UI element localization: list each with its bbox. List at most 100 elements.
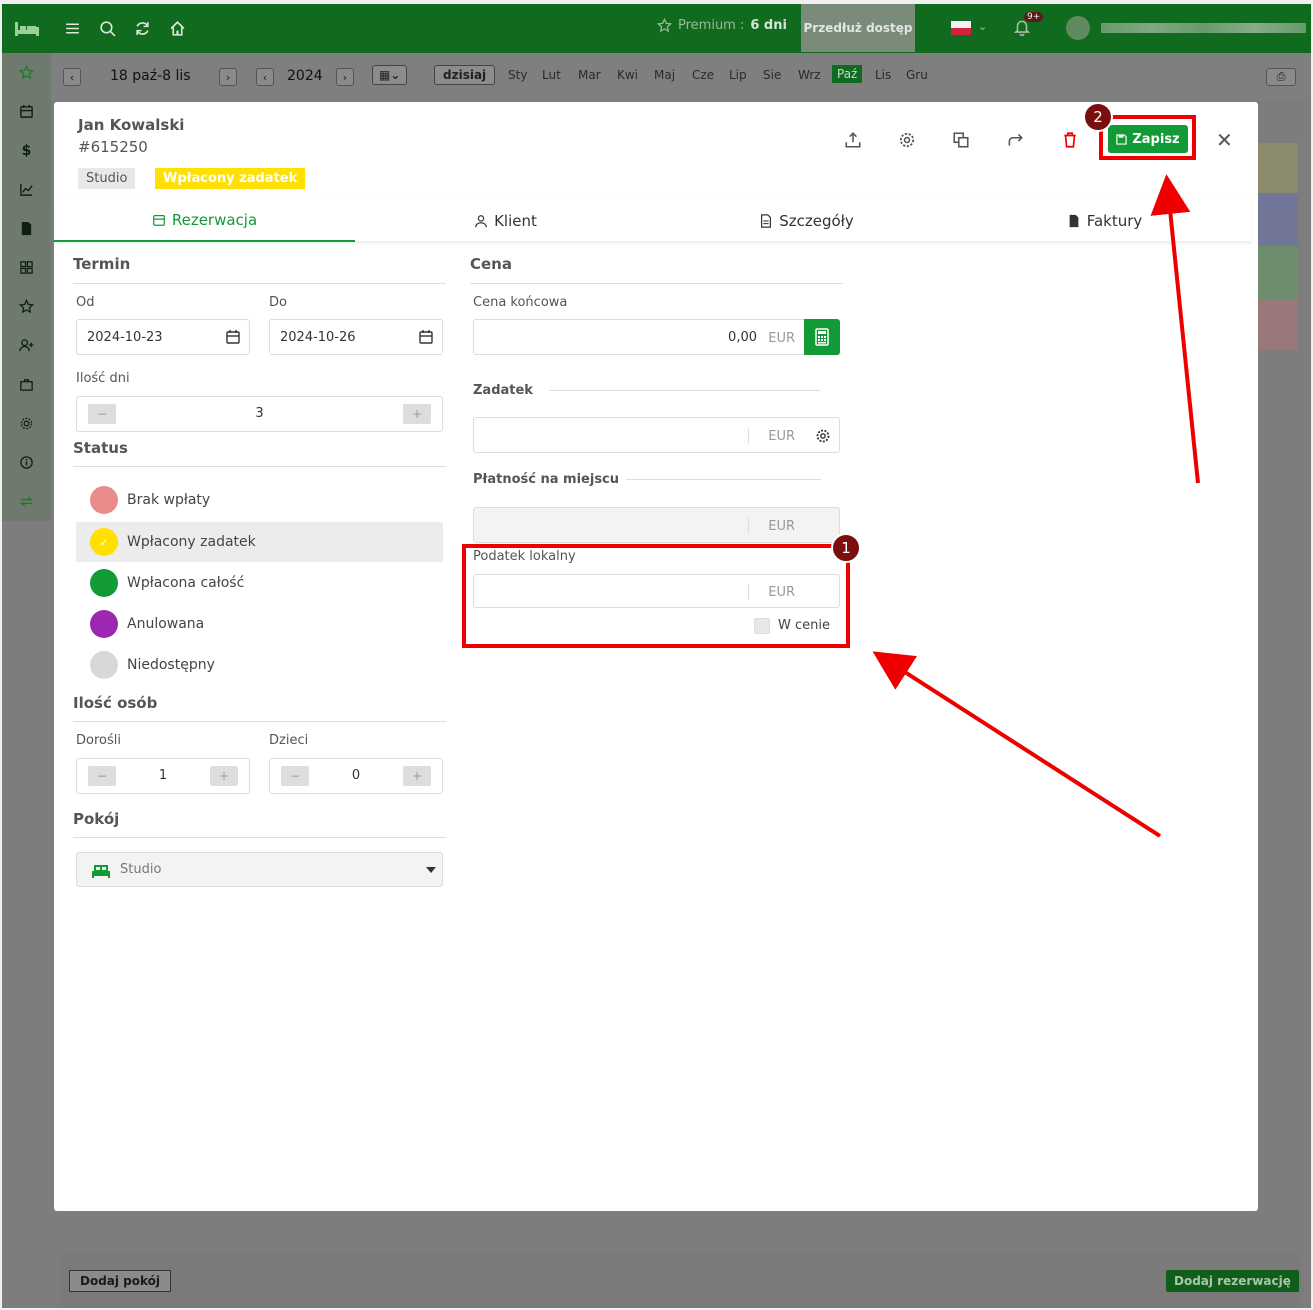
forward-arrow-icon[interactable] [1005, 130, 1025, 150]
term-section-title: Termin [73, 255, 131, 273]
copy-icon[interactable] [951, 130, 971, 150]
final-price-label: Cena końcowa [473, 295, 568, 310]
separator [748, 428, 749, 444]
language-flag-icon[interactable] [951, 21, 971, 35]
notification-badge: 9+ [1024, 12, 1044, 22]
month-5[interactable]: Maj [654, 68, 675, 82]
menu-icon[interactable] [55, 20, 90, 37]
to-date-value: 2024-10-26 [280, 329, 356, 345]
prev-year-button[interactable]: ‹ [256, 68, 274, 86]
room-select-value: Studio [120, 862, 162, 877]
adults-plus-button[interactable]: + [210, 766, 238, 786]
sidebar-item-rooms[interactable] [2, 248, 51, 287]
month-7[interactable]: Lip [729, 68, 747, 82]
add-reservation-button[interactable]: Dodaj rezerwację [1166, 1270, 1299, 1292]
status-option[interactable]: Anulowana [76, 604, 443, 644]
room-section-title: Pokój [73, 810, 120, 828]
sidebar-item-documents[interactable] [2, 209, 51, 248]
month-1[interactable]: Sty [508, 68, 527, 82]
calendar-icon: ▦⌄ [379, 68, 401, 82]
refresh-icon[interactable] [125, 20, 160, 37]
caret-down-icon [426, 867, 436, 873]
close-icon[interactable]: ✕ [1216, 128, 1233, 152]
final-price-input[interactable]: 0,00 EUR [473, 319, 840, 355]
month-10[interactable]: Paź [832, 65, 863, 83]
gear-icon[interactable] [815, 428, 831, 444]
sidebar-item-settings[interactable] [2, 404, 51, 443]
sidebar-item-reviews[interactable] [2, 287, 51, 326]
user-icon [475, 215, 487, 228]
status-option[interactable]: Niedostępny [76, 645, 443, 685]
tab-details-label: Szczegóły [779, 212, 854, 230]
month-9[interactable]: Wrz [798, 68, 821, 82]
sidebar-item-info[interactable] [2, 443, 51, 482]
app-logo[interactable] [2, 4, 51, 53]
tab-reservation[interactable]: Rezerwacja [54, 200, 355, 242]
modal-tabs: Rezerwacja Klient Szczegóły Faktury [54, 200, 1252, 242]
gear-icon[interactable] [897, 130, 917, 150]
next-range-button[interactable]: › [219, 68, 237, 86]
tab-client-label: Klient [494, 212, 537, 230]
prev-range-button[interactable]: ‹ [63, 68, 81, 86]
days-label: Ilość dni [76, 371, 130, 386]
avatar[interactable] [1066, 16, 1090, 40]
sidebar-item-favorites[interactable] [2, 53, 51, 92]
adults-label: Dorośli [76, 733, 121, 748]
days-value[interactable]: 3 [77, 406, 442, 421]
sidebar-nav: $ [2, 53, 51, 521]
export-icon[interactable] [843, 130, 863, 150]
trash-icon[interactable] [1060, 130, 1080, 150]
to-date-input[interactable]: 2024-10-26 [269, 319, 443, 355]
status-option-label: Wpłacony zadatek [127, 534, 256, 550]
today-button[interactable]: dzisiaj [434, 65, 496, 85]
month-11[interactable]: Lis [875, 68, 891, 82]
date-picker-button[interactable]: ▦⌄ [372, 65, 408, 85]
days-plus-button[interactable]: + [403, 404, 431, 424]
from-date-input[interactable]: 2024-10-23 [76, 319, 250, 355]
calendar-icon[interactable] [225, 329, 241, 345]
children-label: Dzieci [269, 733, 309, 748]
tab-invoices[interactable]: Faktury [957, 200, 1252, 242]
calendar-cell [1258, 300, 1298, 350]
add-room-button[interactable]: Dodaj pokój [69, 1270, 172, 1292]
status-option[interactable]: Wpłacona całość [76, 563, 443, 603]
currency-label: EUR [768, 429, 795, 444]
deposit-input[interactable]: EUR [473, 417, 840, 453]
calendar-cell [1258, 193, 1298, 246]
reservation-modal: Jan Kowalski #615250 Studio Wpłacony zad… [54, 102, 1258, 1211]
user-name-blurred[interactable] [1101, 23, 1306, 33]
month-12[interactable]: Gru [906, 68, 928, 82]
persons-section-title: Ilość osób [73, 694, 158, 712]
month-4[interactable]: Kwi [617, 68, 638, 82]
month-3[interactable]: Mar [578, 68, 601, 82]
month-8[interactable]: Sie [763, 68, 781, 82]
days-stepper: − 3 + [76, 396, 443, 432]
next-year-button[interactable]: › [336, 68, 354, 86]
status-option[interactable]: ✓ Wpłacony zadatek [76, 522, 443, 562]
tab-client[interactable]: Klient [355, 200, 656, 242]
print-icon[interactable]: ⎙ [1266, 68, 1296, 86]
room-select[interactable]: Studio [76, 852, 443, 887]
sidebar-item-payments[interactable]: $ [2, 131, 51, 170]
final-price-value: 0,00 [728, 330, 757, 345]
calendar-icon[interactable] [418, 329, 434, 345]
search-icon[interactable] [90, 20, 125, 37]
sidebar-item-services[interactable] [2, 365, 51, 404]
gear-icon [20, 417, 33, 430]
date-range-label: 18 paź-8 lis [110, 68, 191, 84]
bed-logo-icon [14, 21, 39, 36]
home-icon[interactable] [160, 20, 195, 37]
children-plus-button[interactable]: + [403, 766, 431, 786]
sidebar-item-calendar[interactable] [2, 92, 51, 131]
sidebar-item-stats[interactable] [2, 170, 51, 209]
month-2[interactable]: Lut [542, 68, 561, 82]
month-6[interactable]: Cze [692, 68, 714, 82]
status-option[interactable]: Brak wpłaty [76, 480, 443, 520]
calculator-button[interactable] [804, 319, 840, 355]
currency-label: EUR [768, 519, 795, 534]
tab-details[interactable]: Szczegóły [656, 200, 957, 242]
extend-access-button[interactable]: Przedłuż dostęp [801, 4, 915, 52]
chevron-down-icon[interactable]: ⌄ [978, 20, 987, 33]
sidebar-item-users[interactable] [2, 326, 51, 365]
sidebar-item-sync[interactable] [2, 482, 51, 521]
